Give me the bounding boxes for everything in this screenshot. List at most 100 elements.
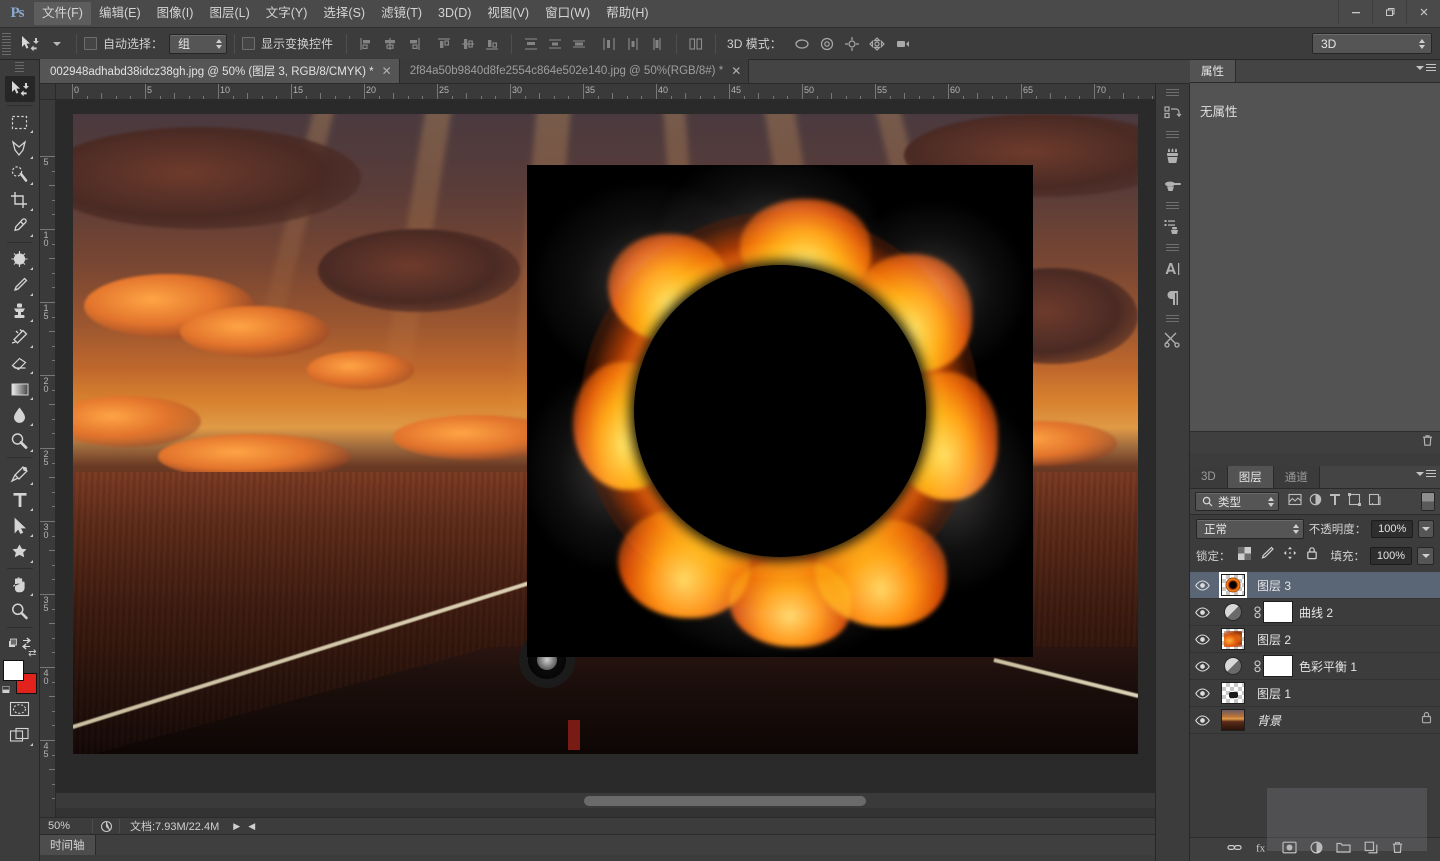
- auto-align-layers-icon[interactable]: [684, 33, 708, 55]
- align-left-edges-icon[interactable]: [354, 33, 378, 55]
- lock-transparent-pixels-icon[interactable]: [1237, 546, 1251, 565]
- distribute-vertical-centers-icon[interactable]: [543, 33, 567, 55]
- status-collapse-icon[interactable]: ◀: [244, 821, 259, 832]
- scale-3d-object-icon[interactable]: [890, 33, 915, 55]
- canvas-horizontal-scrollbar[interactable]: [56, 792, 1176, 808]
- document-viewport[interactable]: [56, 100, 1176, 792]
- status-expand-icon[interactable]: ▶: [229, 821, 244, 832]
- zoom-level-field[interactable]: 50%: [40, 820, 92, 832]
- move-tool[interactable]: [4, 76, 35, 102]
- options-bar-grip[interactable]: [2, 32, 11, 55]
- tool-preset-chevron-down-icon[interactable]: [53, 41, 61, 46]
- gradient-tool[interactable]: [5, 376, 35, 402]
- layer-name[interactable]: 背景: [1251, 712, 1281, 729]
- tool-presets-icon[interactable]: [1158, 212, 1188, 241]
- actions-icon[interactable]: [1158, 325, 1188, 354]
- doc-tab-2-close-icon[interactable]: ✕: [731, 65, 741, 77]
- menu-window[interactable]: 窗口(W): [537, 2, 598, 25]
- lock-position-icon[interactable]: [1283, 546, 1297, 565]
- lock-image-pixels-icon[interactable]: [1260, 546, 1274, 565]
- menu-filter[interactable]: 滤镜(T): [373, 2, 430, 25]
- distribute-horizontal-centers-icon[interactable]: [621, 33, 645, 55]
- clone-source-icon[interactable]: [1158, 170, 1188, 199]
- filter-enable-toggle[interactable]: [1421, 492, 1435, 511]
- ruler-corner[interactable]: [40, 84, 56, 100]
- dock-grip-4[interactable]: [1166, 244, 1179, 253]
- paragraph-icon[interactable]: [1158, 283, 1188, 312]
- auto-select-dropdown[interactable]: 组: [169, 33, 228, 54]
- layer-visibility-toggle[interactable]: [1190, 606, 1215, 618]
- align-bottom-edges-icon[interactable]: [480, 33, 504, 55]
- layer-visibility-toggle[interactable]: [1190, 714, 1215, 726]
- lasso-tool[interactable]: [5, 135, 35, 161]
- zoom-tool[interactable]: [5, 598, 35, 624]
- clone-stamp-tool[interactable]: [5, 298, 35, 324]
- layer-row[interactable]: 图层 3: [1190, 572, 1440, 599]
- custom-shape-tool[interactable]: [5, 539, 35, 565]
- eyedropper-tool[interactable]: [5, 213, 35, 239]
- rectangular-marquee-tool[interactable]: [5, 109, 35, 135]
- quick-mask-mode-button[interactable]: [5, 696, 35, 722]
- dock-grip-2[interactable]: [1166, 131, 1179, 140]
- rotate-3d-object-icon[interactable]: [790, 33, 815, 55]
- layer-visibility-toggle[interactable]: [1190, 579, 1215, 591]
- dock-grip-3[interactable]: [1166, 202, 1179, 211]
- layers-panel-menu-icon[interactable]: [1416, 470, 1436, 478]
- restore-icon[interactable]: [1372, 0, 1406, 24]
- show-transform-controls-checkbox[interactable]: [242, 37, 256, 50]
- layer-mask-link-icon[interactable]: [1251, 659, 1263, 673]
- doc-tab-1-close-icon[interactable]: ✕: [382, 65, 392, 77]
- align-right-edges-icon[interactable]: [402, 33, 426, 55]
- delete-properties-icon[interactable]: [1421, 434, 1434, 452]
- layer-name[interactable]: 图层 3: [1251, 577, 1291, 594]
- slide-3d-object-icon[interactable]: [865, 33, 890, 55]
- filter-pixel-layers-icon[interactable]: [1288, 493, 1302, 511]
- tab-properties[interactable]: 属性: [1190, 60, 1236, 82]
- opacity-field[interactable]: 100%: [1371, 519, 1414, 538]
- properties-panel-menu-icon[interactable]: [1416, 64, 1436, 72]
- layer-visibility-toggle[interactable]: [1190, 687, 1215, 699]
- tab-3d[interactable]: 3D: [1190, 466, 1228, 488]
- document-profile-icon[interactable]: [93, 820, 119, 833]
- fill-field[interactable]: 100%: [1370, 546, 1412, 565]
- layer-row[interactable]: 曲线 2: [1190, 599, 1440, 626]
- layer-thumbnail[interactable]: [1215, 709, 1251, 731]
- blur-tool[interactable]: [5, 402, 35, 428]
- pen-tool[interactable]: [5, 461, 35, 487]
- dock-grip-5[interactable]: [1166, 315, 1179, 324]
- quick-selection-tool[interactable]: [5, 161, 35, 187]
- timeline-body[interactable]: [95, 835, 1190, 855]
- align-vertical-centers-icon[interactable]: [456, 33, 480, 55]
- menu-3d[interactable]: 3D(D): [430, 2, 479, 25]
- history-icon[interactable]: [1158, 99, 1188, 128]
- horizontal-type-tool[interactable]: [5, 487, 35, 513]
- menu-image[interactable]: 图像(I): [149, 2, 202, 25]
- layer-visibility-toggle[interactable]: [1190, 660, 1215, 672]
- distribute-left-edges-icon[interactable]: [597, 33, 621, 55]
- minimize-icon[interactable]: [1338, 0, 1372, 24]
- roll-3d-object-icon[interactable]: [815, 33, 840, 55]
- opacity-dropdown-icon[interactable]: [1418, 519, 1434, 538]
- tab-layers[interactable]: 图层: [1227, 466, 1274, 488]
- lock-all-icon[interactable]: [1306, 546, 1318, 565]
- menu-layer[interactable]: 图层(L): [201, 2, 257, 25]
- filter-smart-objects-icon[interactable]: [1368, 493, 1381, 511]
- vertical-ruler[interactable]: 5 10 15 20 25 30 35 40 45: [40, 100, 56, 822]
- crop-tool[interactable]: [5, 187, 35, 213]
- fill-dropdown-icon[interactable]: [1417, 546, 1434, 565]
- eraser-tool[interactable]: [5, 350, 35, 376]
- doc-tab-1[interactable]: 002948adhabd38idcz38gh.jpg @ 50% (图层 3, …: [40, 59, 400, 83]
- filter-type-layers-icon[interactable]: [1329, 493, 1341, 511]
- brush-tool[interactable]: [5, 272, 35, 298]
- layer-thumbnail[interactable]: [1215, 572, 1251, 598]
- layer-mask-thumbnail[interactable]: [1263, 655, 1293, 677]
- blend-mode-dropdown[interactable]: 正常: [1196, 518, 1304, 539]
- layer-row[interactable]: 色彩平衡 1: [1190, 653, 1440, 680]
- layer-row[interactable]: 图层 2: [1190, 626, 1440, 653]
- tab-timeline[interactable]: 时间轴: [40, 835, 96, 855]
- align-top-edges-icon[interactable]: [432, 33, 456, 55]
- layer-row[interactable]: 背景: [1190, 707, 1440, 734]
- reset-colors-icon[interactable]: ⬓: [2, 684, 11, 695]
- auto-select-checkbox[interactable]: [84, 37, 97, 50]
- drag-3d-object-icon[interactable]: [840, 33, 865, 55]
